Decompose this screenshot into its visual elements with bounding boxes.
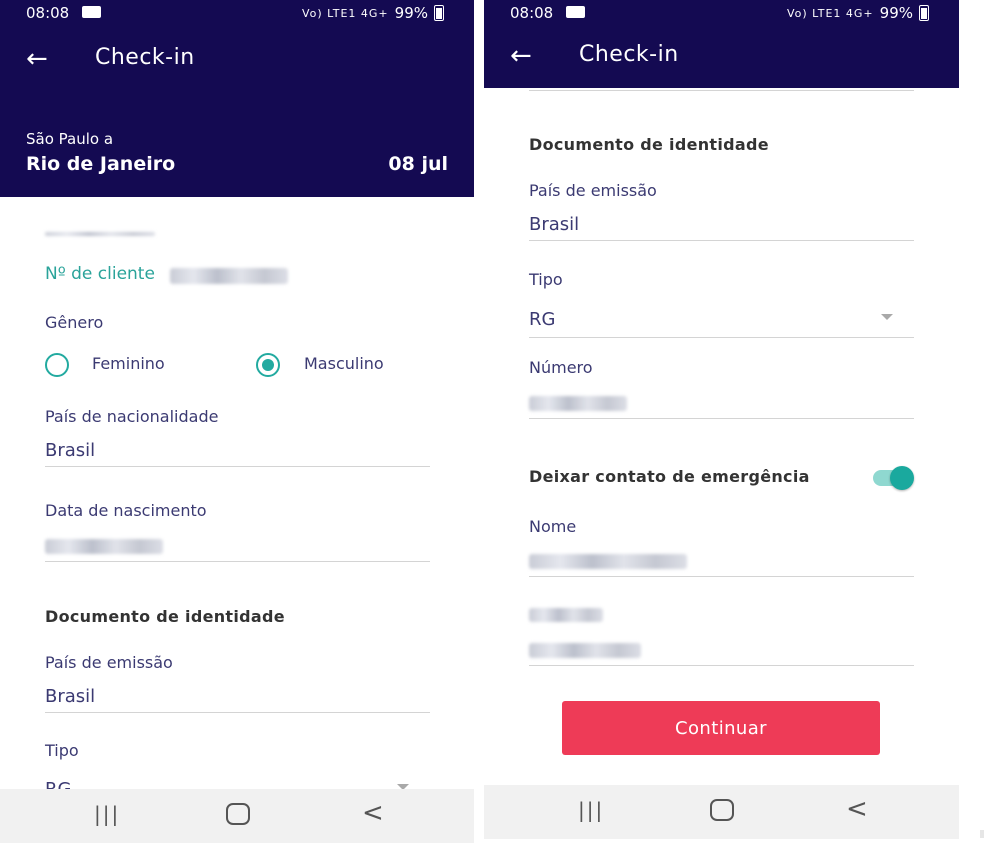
birth-date-label: Data de nascimento bbox=[45, 501, 207, 520]
recents-icon[interactable]: ||| bbox=[578, 798, 604, 822]
route-origin: São Paulo a bbox=[26, 130, 114, 148]
message-icon bbox=[566, 6, 585, 18]
client-number-redacted bbox=[170, 268, 288, 284]
battery-icon bbox=[919, 5, 929, 21]
document-number-redacted[interactable] bbox=[529, 396, 627, 411]
battery-percent: 99% bbox=[879, 4, 913, 22]
issuer-country-label: País de emissão bbox=[529, 181, 657, 200]
page-title: Check-in bbox=[579, 42, 679, 67]
nav-back-icon[interactable]: < bbox=[362, 798, 384, 828]
radio-masculino-label: Masculino bbox=[304, 354, 384, 373]
contact-name-label: Nome bbox=[529, 517, 577, 536]
type-underline bbox=[529, 337, 914, 338]
app-header: 08:08 Vo) LTE1 4G+ 99% ← Check-in São Pa… bbox=[0, 0, 474, 197]
nationality-label: País de nacionalidade bbox=[45, 407, 219, 426]
android-nav-bar: ||| < bbox=[0, 789, 474, 843]
birth-date-underline bbox=[45, 561, 430, 562]
nav-back-icon[interactable]: < bbox=[846, 794, 868, 824]
app-header: 08:08 Vo) LTE1 4G+ 99% ← Check-in bbox=[484, 0, 959, 88]
issuer-country-value[interactable]: Brasil bbox=[45, 686, 95, 707]
issuer-country-value[interactable]: Brasil bbox=[529, 214, 579, 235]
clipped-field-remnant bbox=[45, 232, 155, 236]
status-time: 08:08 bbox=[26, 4, 70, 22]
route-destination: Rio de Janeiro bbox=[26, 153, 176, 175]
back-arrow-icon[interactable]: ← bbox=[510, 43, 532, 69]
birth-date-redacted[interactable] bbox=[45, 539, 163, 554]
network-icon: Vo) LTE1 4G+ bbox=[301, 6, 389, 20]
status-bar: 08:08 Vo) LTE1 4G+ 99% bbox=[0, 0, 474, 28]
radio-feminino-label: Feminino bbox=[92, 354, 165, 373]
type-value[interactable]: RG bbox=[529, 309, 555, 330]
contact-phone-redacted[interactable] bbox=[529, 643, 641, 658]
radio-feminino[interactable] bbox=[45, 353, 69, 377]
home-icon[interactable] bbox=[710, 799, 734, 821]
corner-artifact bbox=[980, 830, 984, 838]
issuer-country-underline bbox=[529, 240, 914, 241]
network-icon: Vo) LTE1 4G+ bbox=[786, 6, 874, 20]
emergency-contact-label: Deixar contato de emergência bbox=[529, 467, 810, 486]
back-arrow-icon[interactable]: ← bbox=[26, 46, 48, 72]
number-label: Número bbox=[529, 358, 593, 377]
nationality-underline bbox=[45, 466, 430, 467]
right-phone-screen: 08:08 Vo) LTE1 4G+ 99% ← Check-in Docume… bbox=[484, 0, 959, 843]
android-nav-bar: ||| < bbox=[484, 785, 959, 839]
continue-button[interactable]: Continuar bbox=[562, 701, 880, 755]
radio-masculino[interactable] bbox=[256, 353, 280, 377]
clipped-field-underline bbox=[529, 90, 914, 91]
battery-percent: 99% bbox=[394, 4, 428, 22]
issuer-country-label: País de emissão bbox=[45, 653, 173, 672]
toggle-knob[interactable] bbox=[890, 466, 914, 490]
flight-date: 08 jul bbox=[388, 153, 448, 175]
client-number-label: Nº de cliente bbox=[45, 264, 155, 284]
type-label: Tipo bbox=[45, 741, 79, 760]
contact-phone-underline bbox=[529, 665, 914, 666]
status-bar: 08:08 Vo) LTE1 4G+ 99% bbox=[484, 0, 959, 28]
number-underline bbox=[529, 418, 914, 419]
identity-section-title: Documento de identidade bbox=[529, 135, 769, 154]
type-label: Tipo bbox=[529, 270, 563, 289]
contact-phone-label-redacted bbox=[529, 608, 603, 622]
left-phone-screen: 08:08 Vo) LTE1 4G+ 99% ← Check-in São Pa… bbox=[0, 0, 474, 843]
contact-name-redacted[interactable] bbox=[529, 554, 687, 569]
identity-section-title: Documento de identidade bbox=[45, 607, 285, 626]
home-icon[interactable] bbox=[226, 803, 250, 825]
issuer-country-underline bbox=[45, 712, 430, 713]
recents-icon[interactable]: ||| bbox=[94, 802, 120, 826]
message-icon bbox=[82, 6, 101, 18]
nationality-value[interactable]: Brasil bbox=[45, 440, 95, 461]
battery-icon bbox=[434, 5, 444, 21]
chevron-down-icon[interactable] bbox=[881, 314, 893, 320]
gender-label: Gênero bbox=[45, 313, 104, 332]
page-title: Check-in bbox=[95, 45, 195, 70]
status-time: 08:08 bbox=[510, 4, 554, 22]
contact-name-underline bbox=[529, 576, 914, 577]
